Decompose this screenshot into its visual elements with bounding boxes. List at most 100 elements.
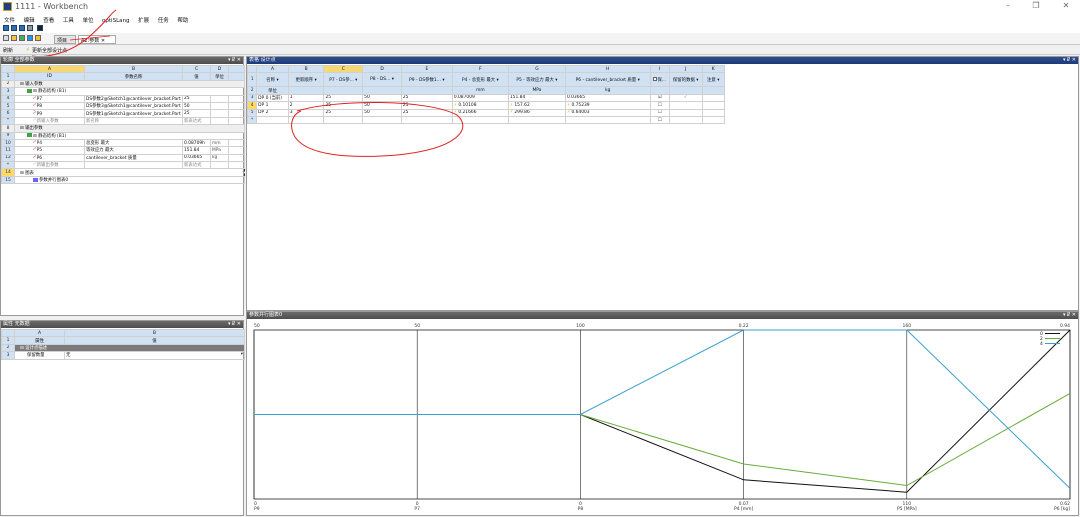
- input-params-group[interactable]: ⊟ 输入参数: [14, 79, 245, 89]
- col-letter-b[interactable]: B: [84, 64, 183, 74]
- menu-extensions[interactable]: 扩展: [138, 16, 149, 24]
- dp-header-p9[interactable]: P9 - DS参数1... ▾: [400, 72, 453, 88]
- param-id-cell[interactable]: ᕈP7: [14, 94, 85, 103]
- design-points-pane-controls[interactable]: ▾ ₽ ✕: [1063, 57, 1076, 64]
- chevron-down-icon[interactable]: ▾: [555, 78, 557, 83]
- dp-keep-checkbox[interactable]: ☐: [649, 101, 670, 110]
- outline-row-9[interactable]: 9 ⊟ 静态结构 (B1): [1, 131, 245, 140]
- chevron-down-icon[interactable]: ▾: [717, 78, 719, 83]
- outline-row-12[interactable]: 12 ᕈP6 cantilever_bracket 质量 0.03665 kg: [1, 153, 245, 163]
- properties-row-2[interactable]: 2 ⊟ 设计点描述: [1, 343, 245, 353]
- outline-row-3[interactable]: 3 ⊟ 静态结构 (B1): [1, 87, 245, 96]
- param-value[interactable]: 50: [182, 101, 211, 111]
- dp-header-order[interactable]: 更新顺序 ▾: [287, 72, 325, 88]
- param-name[interactable]: 等效应力 最大: [84, 146, 183, 155]
- col-letter-c[interactable]: C: [323, 64, 364, 74]
- dp-note[interactable]: [701, 101, 725, 110]
- outline-row-new-input[interactable]: * ᕈ新输入参数 新名称 新表达式: [1, 116, 245, 126]
- open-icon[interactable]: [11, 25, 17, 31]
- new-name-cell[interactable]: 新名称: [84, 116, 183, 126]
- new-name-cell[interactable]: [84, 161, 183, 170]
- outline-row-8[interactable]: 8 ⊟ 输出参数: [1, 124, 245, 133]
- outline-row-new-output[interactable]: * ᕈ新输出参数 新表达式: [1, 161, 245, 170]
- col-letter-d[interactable]: D: [210, 64, 229, 74]
- menu-jobs[interactable]: 任务: [158, 16, 169, 24]
- param-name[interactable]: DS参数1@Sketch1@cantilever_bracket.Part: [84, 109, 183, 118]
- minimize-button[interactable]: –: [1000, 1, 1016, 12]
- col-letter-a[interactable]: A: [256, 64, 289, 74]
- parallel-chart-item[interactable]: 参数并行图表0: [14, 175, 245, 185]
- col-letter-a[interactable]: A: [14, 328, 65, 338]
- chevron-down-icon[interactable]: ▾: [497, 78, 499, 83]
- design-point-description-group[interactable]: ⊟ 设计点描述: [14, 343, 245, 353]
- outline-pane-controls[interactable]: ▾ ₽ ✕: [228, 57, 241, 64]
- col-letter-k[interactable]: K: [701, 64, 725, 74]
- chevron-down-icon[interactable]: ▾: [276, 78, 278, 83]
- chevron-down-icon[interactable]: ▾: [314, 78, 316, 83]
- dp-header-note[interactable]: 注意 ▾: [701, 72, 725, 88]
- dp-header-p6[interactable]: P6 - cantilever_bracket 质量 ▾: [564, 72, 651, 88]
- dp-header-p5[interactable]: P5 - 等效应力 最大 ▾: [507, 72, 566, 88]
- outline-row-5[interactable]: 5 ᕈP8 DS参数3@Sketch1@cantilever_bracket.P…: [1, 101, 245, 111]
- chevron-down-icon[interactable]: ▾: [355, 78, 357, 83]
- outline-row-14[interactable]: 14 ⊟ 图表: [1, 168, 245, 177]
- retain-count-select[interactable]: 无 ▾: [64, 351, 245, 360]
- col-letter-b[interactable]: B: [64, 328, 245, 338]
- outline-row-2[interactable]: 2 ⊟ 输入参数: [1, 79, 245, 89]
- outline-row-4[interactable]: 4 ᕈP7 DS参数2@Sketch1@cantilever_bracket.P…: [1, 94, 245, 103]
- dp-header-p8[interactable]: P8 - DS... ▾: [362, 72, 402, 88]
- layout-icon[interactable]: [3, 35, 9, 41]
- new-icon[interactable]: [3, 25, 9, 31]
- dp-header-kept[interactable]: 保留的数据 ▾: [668, 72, 703, 88]
- outline-row-15[interactable]: 15 参数并行图表0: [1, 175, 245, 185]
- dp-keep-checkbox[interactable]: ☐: [649, 108, 670, 117]
- col-letter-e[interactable]: E: [400, 64, 453, 74]
- new-input-param-cell[interactable]: ᕈ新输入参数: [14, 116, 85, 126]
- col-letter-f[interactable]: F: [451, 64, 509, 74]
- dp-header-keep[interactable]: 保...: [649, 72, 670, 88]
- outline-row-10[interactable]: 10 ᕈP4 总变形 最大 0.08709h mm: [1, 138, 245, 148]
- col-letter-b[interactable]: B: [287, 64, 325, 74]
- static-structural-input-group[interactable]: ⊟ 静态结构 (B1): [14, 87, 245, 96]
- dp-header-p4[interactable]: P4 - 总变形 最大 ▾: [451, 72, 509, 88]
- dp-keep-checkbox[interactable]: ☑: [649, 93, 670, 103]
- col-letter-i[interactable]: I: [649, 64, 670, 74]
- parallel-chart[interactable]: 500P9500P71000P80.220.07P4 [mm]160110P5 …: [247, 318, 1078, 516]
- outline-row-6[interactable]: 6 ᕈP9 DS参数1@Sketch1@cantilever_bracket.P…: [1, 109, 245, 118]
- dp-note[interactable]: [701, 108, 725, 117]
- outline-row-11[interactable]: 11 ᕈP5 等效应力 最大 151.84 MPa: [1, 146, 245, 155]
- param-id-cell[interactable]: ᕈP9: [14, 109, 85, 118]
- dp-note[interactable]: [701, 93, 725, 103]
- param-id-cell[interactable]: ᕈP4: [14, 138, 85, 148]
- maximize-button[interactable]: ❐: [1028, 1, 1044, 12]
- chevron-down-icon[interactable]: ▾: [696, 78, 698, 83]
- param-value[interactable]: 25: [182, 109, 211, 118]
- param-id-cell[interactable]: ᕈP6: [14, 153, 85, 163]
- new-output-param-cell[interactable]: ᕈ新输出参数: [14, 161, 85, 170]
- param-name[interactable]: 总变形 最大: [84, 138, 183, 148]
- dp-header-name[interactable]: 名称 ▾: [256, 72, 289, 88]
- menu-file[interactable]: 文件: [4, 16, 15, 24]
- close-button[interactable]: ✕: [1058, 1, 1074, 12]
- param-name[interactable]: DS参数2@Sketch1@cantilever_bracket.Part: [84, 94, 183, 103]
- col-letter-c[interactable]: C: [182, 64, 211, 74]
- properties-row-3[interactable]: 3 保留数量 无 ▾: [1, 351, 245, 360]
- chart-icon[interactable]: [19, 35, 25, 41]
- new-expression-cell[interactable]: 新表达式: [182, 116, 211, 126]
- col-letter-a[interactable]: A: [14, 64, 85, 74]
- param-value[interactable]: 25: [182, 94, 211, 103]
- col-letter-g[interactable]: G: [507, 64, 566, 74]
- col-letter-j[interactable]: J: [668, 64, 703, 74]
- output-params-group[interactable]: ⊟ 输出参数: [14, 124, 245, 133]
- static-structural-output-group[interactable]: ⊟ 静态结构 (B1): [14, 131, 245, 140]
- col-letter-d[interactable]: D: [362, 64, 402, 74]
- param-id-cell[interactable]: ᕈP8: [14, 101, 85, 111]
- param-name[interactable]: DS参数3@Sketch1@cantilever_bracket.Part: [84, 101, 183, 111]
- menu-help[interactable]: 帮助: [177, 16, 188, 24]
- col-letter-h[interactable]: H: [564, 64, 651, 74]
- chevron-down-icon[interactable]: ▾: [638, 78, 640, 83]
- param-name[interactable]: cantilever_bracket 质量: [84, 153, 183, 163]
- chevron-down-icon[interactable]: ▾: [442, 78, 444, 83]
- refresh-button[interactable]: 刷新: [3, 47, 13, 54]
- properties-pane-controls[interactable]: ▾ ₽ ✕: [228, 321, 241, 328]
